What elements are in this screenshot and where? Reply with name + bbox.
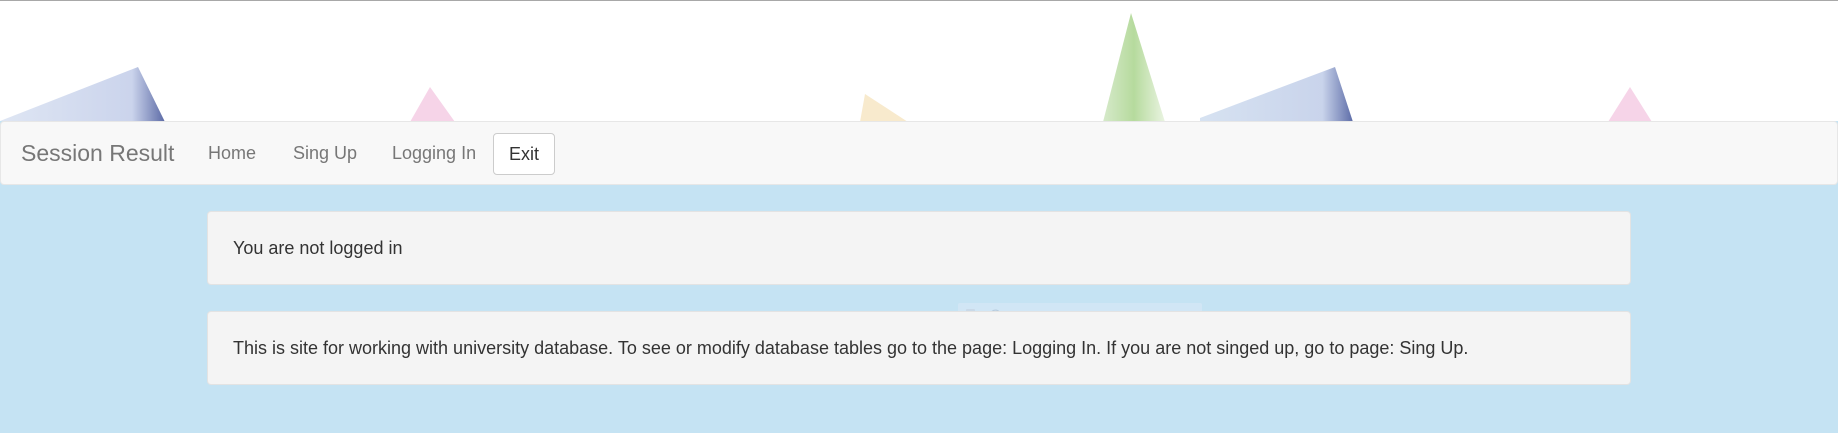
nav-link-sign-up[interactable]: Sing Up bbox=[293, 122, 357, 184]
decorative-shapes bbox=[0, 13, 1652, 121]
pink-shape-right bbox=[1608, 87, 1652, 121]
blue-shape-left bbox=[0, 67, 165, 121]
green-shape bbox=[1103, 13, 1165, 121]
nav-link-home[interactable]: Home bbox=[208, 122, 256, 184]
login-status-text: You are not logged in bbox=[233, 238, 403, 258]
nav-link-logging-in[interactable]: Logging In bbox=[392, 122, 476, 184]
header-background bbox=[0, 0, 1838, 121]
blue-shape-right bbox=[1200, 67, 1353, 121]
site-info-text: This is site for working with university… bbox=[233, 338, 1469, 358]
site-info-panel: This is site for working with university… bbox=[207, 311, 1631, 385]
peach-shape bbox=[860, 94, 907, 121]
pink-shape-left bbox=[410, 87, 455, 121]
login-status-panel: You are not logged in bbox=[207, 211, 1631, 285]
navbar: Session Result Home Sing Up Logging In E… bbox=[0, 121, 1838, 185]
navbar-brand[interactable]: Session Result bbox=[21, 122, 174, 184]
exit-button[interactable]: Exit bbox=[493, 133, 555, 175]
